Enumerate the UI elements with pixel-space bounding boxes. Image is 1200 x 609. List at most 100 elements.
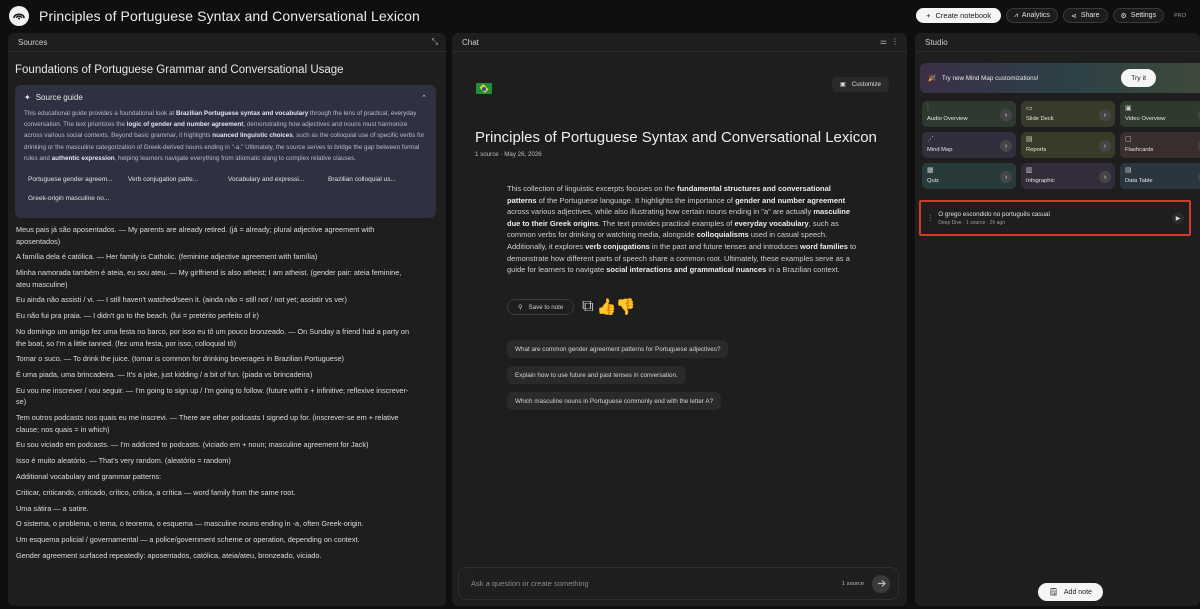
sparkle-icon: ✦ <box>24 93 31 102</box>
chevron-right-icon[interactable]: › <box>1000 140 1012 152</box>
app-logo-icon[interactable] <box>9 6 29 26</box>
studio-tile-video-overview[interactable]: ▣Video Overview› <box>1120 101 1200 127</box>
studio-tile-data-table[interactable]: ▤Data Table› <box>1120 163 1200 189</box>
promo-text: Try new Mind Map customizations! <box>941 74 1039 82</box>
pin-icon: ⚲ <box>518 303 523 311</box>
chevron-right-icon[interactable]: › <box>1099 109 1111 121</box>
play-icon[interactable]: ▶ <box>1172 212 1184 224</box>
party-icon: 🎉 <box>928 75 936 82</box>
settings-label: Settings <box>1130 12 1157 19</box>
analytics-label: Analytics <box>1021 12 1050 19</box>
gear-icon: ⚙ <box>1120 12 1127 20</box>
analytics-button[interactable]: ⩘ Analytics <box>1005 8 1058 23</box>
audio-meta: Deep Dive · 1 source · 2h ago <box>938 219 1005 226</box>
studio-tile-label: Data Table <box>1125 178 1153 184</box>
source-line: Eu vou me inscrever / vou seguir. — I'm … <box>16 385 409 407</box>
studio-tile-quiz[interactable]: ▦ Quiz › <box>922 163 1016 189</box>
topic-chip[interactable]: Verb conjugation patte... <box>124 170 224 189</box>
topic-chip[interactable]: Brazilian colloquial us... <box>324 170 424 189</box>
video-icon: ▣ <box>1125 105 1132 112</box>
share-button[interactable]: ⋖ Share <box>1062 8 1108 23</box>
chevron-right-icon[interactable]: › <box>1000 171 1012 183</box>
send-arrow-icon[interactable] <box>872 574 890 593</box>
waveform-icon: ⫶ <box>927 105 929 112</box>
plus-icon: + <box>926 11 931 20</box>
studio-panel: Studio 🎉 Try new Mind Map customizations… <box>915 33 1200 606</box>
notebook-summary: This collection of linguistic excerpts f… <box>507 184 857 275</box>
sources-panel-title: Sources <box>18 37 48 47</box>
table-icon: ▤ <box>1125 167 1132 174</box>
thumbs-up-icon[interactable]: 👍 <box>597 299 617 316</box>
studio-tile-flashcards[interactable]: ▢Flashcards› <box>1120 132 1200 158</box>
topic-chip[interactable]: Greek-origin masculine no... <box>24 189 124 208</box>
chat-input[interactable]: Ask a question or create something 1 sou… <box>458 567 899 600</box>
save-to-note-label: Save to note <box>528 303 564 311</box>
mind-map-promo: 🎉 Try new Mind Map customizations! Try i… <box>920 63 1200 93</box>
chevron-right-icon[interactable]: › <box>1000 109 1012 121</box>
top-bar: Principles of Portuguese Syntax and Conv… <box>0 0 1200 32</box>
source-line: Tomar o suco. — To drink the juice. (tom… <box>16 354 344 364</box>
source-guide: ✦ Source guide ⌃ This educational guide … <box>15 85 436 219</box>
chevron-up-icon[interactable]: ⌃ <box>421 94 427 102</box>
studio-tile-label: Infographic <box>1026 178 1055 184</box>
try-it-button[interactable]: Try it <box>1121 69 1156 87</box>
source-line: Additional vocabulary and grammar patter… <box>16 472 162 482</box>
brazil-flag-icon <box>476 83 492 94</box>
studio-panel-title: Studio <box>925 37 948 47</box>
sources-header: Sources ⤡ <box>8 33 446 52</box>
settings-button[interactable]: ⚙ Settings <box>1112 8 1165 23</box>
tune-icon[interactable]: ⚌ <box>880 37 887 46</box>
studio-tile-label: Video Overview <box>1125 116 1166 122</box>
more-vert-icon[interactable]: ⋮ <box>891 37 899 46</box>
studio-tile-infographic[interactable]: ▥ Infographic › <box>1021 163 1115 189</box>
source-line: Minha namorada também é ateia, eu sou at… <box>16 268 402 289</box>
source-line: Tem outros podcasts nos quais eu me insc… <box>16 413 399 434</box>
studio-tile-label: Mind Map <box>927 147 953 153</box>
copy-icon[interactable]: ⧉ <box>582 298 593 315</box>
save-to-note-button[interactable]: ⚲ Save to note <box>507 299 575 315</box>
customize-button[interactable]: ▣ Customize <box>831 77 889 92</box>
chat-panel-title: Chat <box>462 37 479 47</box>
source-line: Eu ainda não assisti / vi. — I still hav… <box>16 295 347 305</box>
chevron-right-icon[interactable]: › <box>1099 171 1111 183</box>
studio-tiles: ⫶ Audio Overview › ▭ Slide Deck › ▣ Video Overv… <box>922 101 1200 189</box>
analytics-icon: ⩘ <box>1013 11 1018 19</box>
note-icon: 🗒 <box>1049 589 1058 596</box>
studio-tile-label: Reports <box>1026 147 1047 153</box>
quiz-icon: ▦ <box>927 167 934 174</box>
topic-chip[interactable]: Vocabulary and expressi... <box>224 170 324 189</box>
chevron-right-icon[interactable]: › <box>1099 140 1111 152</box>
suggested-question[interactable]: Explain how to use future and past tense… <box>507 366 686 384</box>
add-note-button[interactable]: 🗒 Add note <box>1038 583 1103 601</box>
source-line: Criticar, criticando, criticado, crítico… <box>16 487 296 497</box>
chat-input-placeholder: Ask a question or create something <box>471 579 589 588</box>
topic-chips: Portuguese gender agreem... Verb conjugat… <box>24 170 427 208</box>
source-line: Eu não fui pra praia. — I didn't go to t… <box>16 311 259 321</box>
customize-icon: ▣ <box>839 81 846 88</box>
sources-panel: Sources ⤡ Foundations of Portuguese Gram… <box>8 33 446 606</box>
slides-icon: ▭ <box>1026 105 1033 112</box>
share-icon: ⋖ <box>1070 12 1077 20</box>
suggested-question[interactable]: Which masculine nouns in Portuguese comm… <box>507 392 722 410</box>
studio-tile-mind-map[interactable]: ⋰ Mind Map › <box>922 132 1016 158</box>
studio-tile-reports[interactable]: ▤ Reports › <box>1021 132 1115 158</box>
source-line: Gender agreement surfaced repeatedly: ap… <box>16 551 322 561</box>
suggested-question[interactable]: What are common gender agreement pattern… <box>507 340 729 358</box>
audio-overview-item[interactable]: ⫶ O grego escondido no português casual … <box>919 200 1191 236</box>
chat-panel: Chat ⚌ ⋮ ▣ Customize Principles of Portu… <box>452 33 907 606</box>
studio-tile-slide-deck[interactable]: ▭ Slide Deck › <box>1021 101 1115 127</box>
share-label: Share <box>1080 12 1100 19</box>
topic-chip[interactable]: Portuguese gender agreem... <box>24 170 124 189</box>
source-count: 1 source <box>841 580 864 587</box>
source-line: No domingo um amigo fez uma festa no bar… <box>16 327 410 348</box>
audio-title: O grego escondido no português casual <box>938 210 1050 218</box>
studio-tile-label: Slide Deck <box>1026 116 1054 122</box>
thumbs-down-icon[interactable]: 👎 <box>616 299 636 316</box>
create-notebook-button[interactable]: + Create notebook <box>916 8 1001 23</box>
source-guide-label: Source guide <box>35 93 83 102</box>
collapse-panel-icon[interactable]: ⤡ <box>432 37 438 47</box>
source-line: A família dela é católica. — Her family … <box>16 252 318 262</box>
notebook-title[interactable]: Principles of Portuguese Syntax and Conv… <box>39 8 420 24</box>
source-line: Um esquema policial / governamental — a … <box>16 535 360 545</box>
studio-tile-audio-overview[interactable]: ⫶ Audio Overview › <box>922 101 1016 127</box>
